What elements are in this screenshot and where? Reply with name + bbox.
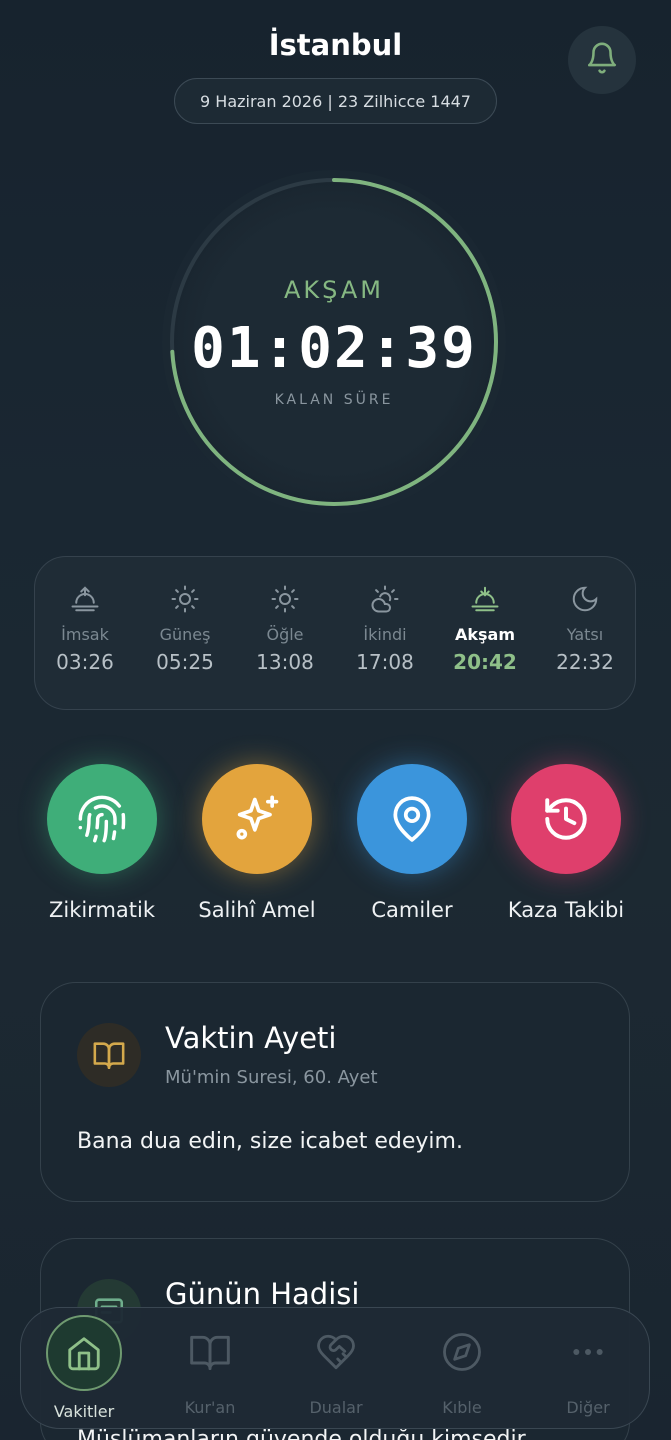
camiler-button[interactable]: Camiler	[332, 764, 492, 922]
prayer-label: İkindi	[363, 625, 407, 644]
prayer-label: Yatsı	[566, 625, 604, 644]
prayer-time: 03:26	[56, 650, 114, 674]
verse-card[interactable]: Vaktin Ayeti Mü'min Suresi, 60. Ayet Ban…	[40, 982, 630, 1202]
prayer-time: 22:32	[556, 650, 614, 674]
prayer-time-gunes[interactable]: Güneş 05:25	[135, 583, 235, 674]
bottom-navigation: Vakitler Kur'an Dualar Kıble Diğer	[20, 1307, 650, 1429]
prayer-label: Güneş	[159, 625, 211, 644]
sparkles-icon	[202, 764, 312, 874]
quick-action-label: Kaza Takibi	[507, 898, 625, 922]
map-pin-icon	[357, 764, 467, 874]
bell-icon	[585, 40, 619, 80]
nav-item-dualar[interactable]: Dualar	[273, 1308, 399, 1430]
nav-item-kuran[interactable]: Kur'an	[147, 1308, 273, 1430]
prayer-time-ikindi[interactable]: İkindi 17:08	[335, 583, 435, 674]
kaza-takibi-button[interactable]: Kaza Takibi	[486, 764, 646, 922]
prayer-time: 17:08	[356, 650, 414, 674]
card-title: Vaktin Ayeti	[165, 1021, 337, 1055]
nav-label: Kıble	[442, 1398, 482, 1417]
sunset-down-icon	[469, 583, 501, 615]
book-open-icon	[77, 1023, 141, 1087]
date-pill: 9 Haziran 2026 | 23 Zilhicce 1447	[174, 78, 497, 124]
book-open-icon	[180, 1322, 240, 1382]
remaining-caption: KALAN SÜRE	[274, 392, 394, 408]
sun-icon	[169, 583, 201, 615]
prayer-label: Öğle	[266, 625, 304, 644]
prayer-time-aksam[interactable]: Akşam 20:42	[435, 583, 535, 674]
current-prayer-label: AKŞAM	[284, 276, 384, 304]
prayer-time-yatsi[interactable]: Yatsı 22:32	[535, 583, 635, 674]
nav-label: Kur'an	[184, 1398, 236, 1417]
quick-action-label: Zikirmatik	[48, 898, 156, 922]
nav-label: Dualar	[309, 1398, 363, 1417]
nav-item-vakitler[interactable]: Vakitler	[21, 1308, 147, 1430]
card-title: Günün Hadisi	[165, 1277, 360, 1311]
card-body: Bana dua edin, size icabet edeyim.	[77, 1129, 463, 1154]
countdown-timer: AKŞAM 01:02:39 KALAN SÜRE	[156, 168, 512, 524]
fingerprint-icon	[47, 764, 157, 874]
compass-icon	[432, 1322, 492, 1382]
salihi-amel-button[interactable]: Salihî Amel	[177, 764, 337, 922]
prayer-time-ogle[interactable]: Öğle 13:08	[235, 583, 335, 674]
countdown-value: 01:02:39	[191, 316, 477, 381]
sunrise-up-icon	[69, 583, 101, 615]
quick-action-label: Salihî Amel	[198, 898, 316, 922]
quick-actions: Zikirmatik Salihî Amel Camiler Kaza Taki…	[0, 764, 671, 934]
sun-icon	[269, 583, 301, 615]
heart-handshake-icon	[306, 1322, 366, 1382]
more-dots-icon	[558, 1322, 618, 1382]
cloud-sun-icon	[369, 583, 401, 615]
prayer-times-card: İmsak 03:26 Güneş 05:25 Öğle 13:08 İkind…	[34, 556, 636, 710]
nav-item-diger[interactable]: Diğer	[525, 1308, 651, 1430]
quick-action-label: Camiler	[371, 898, 453, 922]
prayer-time: 13:08	[256, 650, 314, 674]
nav-item-kible[interactable]: Kıble	[399, 1308, 525, 1430]
notifications-button[interactable]	[568, 26, 636, 94]
home-icon	[46, 1315, 122, 1391]
prayer-time-imsak[interactable]: İmsak 03:26	[35, 583, 135, 674]
card-subtitle: Mü'min Suresi, 60. Ayet	[165, 1067, 378, 1088]
prayer-time: 05:25	[156, 650, 214, 674]
zikirmatik-button[interactable]: Zikirmatik	[22, 764, 182, 922]
prayer-time: 20:42	[453, 650, 517, 674]
moon-icon	[569, 583, 601, 615]
nav-label: Vakitler	[53, 1402, 115, 1421]
history-icon	[511, 764, 621, 874]
nav-label: Diğer	[566, 1398, 610, 1417]
prayer-label: Akşam	[454, 625, 515, 644]
prayer-label: İmsak	[61, 625, 109, 644]
